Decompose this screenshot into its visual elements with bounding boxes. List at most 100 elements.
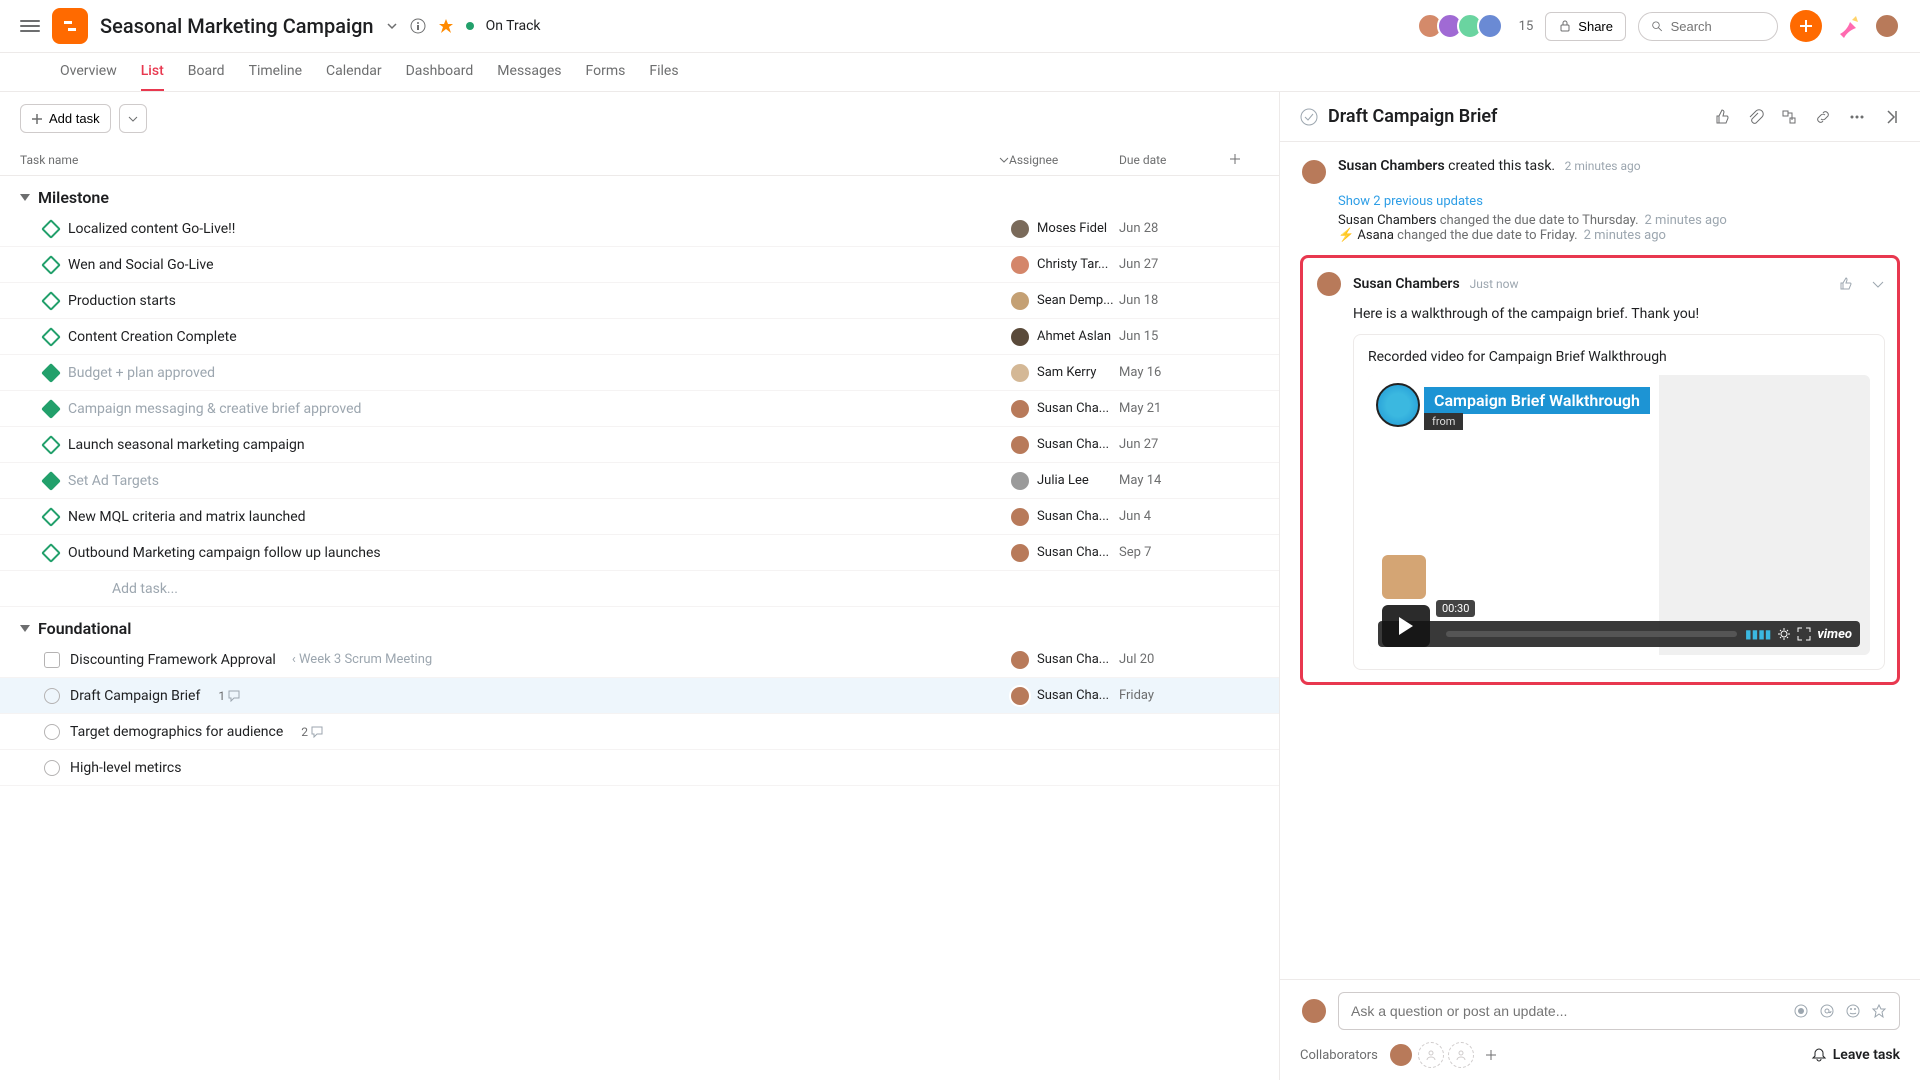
task-due[interactable]: Friday [1119,688,1229,703]
task-row[interactable]: Set Ad TargetsJulia LeeMay 14 [0,463,1279,499]
task-row[interactable]: High-level metircs [0,750,1279,786]
comment-input[interactable] [1338,992,1900,1030]
task-assignee[interactable]: Julia Lee [1009,470,1119,492]
member-avatars[interactable] [1423,13,1503,39]
comment-field[interactable] [1351,1003,1783,1019]
video-play-button[interactable] [1382,605,1430,647]
video-preview[interactable]: Campaign Brief Walkthrough from 00:30 ▮▮… [1368,375,1870,655]
chevron-down-icon[interactable] [999,155,1009,165]
milestone-icon[interactable] [41,507,61,527]
tab-files[interactable]: Files [649,53,678,91]
check-icon[interactable] [44,724,60,740]
leave-task-button[interactable]: Leave task [1811,1047,1900,1063]
add-collaborator[interactable] [1448,1042,1474,1068]
search-input[interactable] [1671,19,1765,34]
task-assignee[interactable]: Sam Kerry [1009,362,1119,384]
check-icon[interactable] [44,760,60,776]
task-assignee[interactable]: Susan Cha... [1009,434,1119,456]
tab-dashboard[interactable]: Dashboard [406,53,474,91]
add-task-inline[interactable]: Add task... [44,581,1009,597]
task-assignee[interactable]: Susan Cha... [1009,542,1119,564]
celebration-icon[interactable] [1834,12,1862,40]
task-row[interactable]: Launch seasonal marketing campaignSusan … [0,427,1279,463]
video-controls[interactable]: ▮▮▮▮ vimeo [1378,621,1860,647]
task-due[interactable]: Jun 18 [1119,293,1229,308]
tab-timeline[interactable]: Timeline [249,53,302,91]
star-icon[interactable] [438,18,454,34]
task-due[interactable]: May 16 [1119,365,1229,380]
milestone-icon[interactable] [41,435,61,455]
task-row[interactable]: Campaign messaging & creative brief appr… [0,391,1279,427]
task-row[interactable]: Budget + plan approvedSam KerryMay 16 [0,355,1279,391]
col-assignee-header[interactable]: Assignee [1009,153,1119,167]
milestone-icon[interactable] [41,543,61,563]
task-assignee[interactable]: Susan Cha... [1009,649,1119,671]
task-row[interactable]: Wen and Social Go-LiveChristy Tar...Jun … [0,247,1279,283]
mention-icon[interactable] [1819,1003,1835,1019]
section-header[interactable]: Foundational [0,607,1279,642]
check-icon[interactable] [44,688,60,704]
fullscreen-icon[interactable] [1797,627,1811,641]
more-icon[interactable] [1848,108,1866,126]
milestone-icon[interactable] [41,255,61,275]
collaborator-avatar[interactable] [1388,1042,1414,1068]
milestone-icon[interactable] [41,219,61,239]
attachment-icon[interactable] [1746,108,1764,126]
tab-messages[interactable]: Messages [497,53,561,91]
show-previous-updates[interactable]: Show 2 previous updates [1338,194,1900,209]
hamburger-icon[interactable] [20,20,40,32]
task-row[interactable]: Production startsSean Demp...Jun 18 [0,283,1279,319]
milestone-icon[interactable] [41,327,61,347]
task-assignee[interactable]: Sean Demp... [1009,290,1119,312]
comment-count[interactable]: 2 [301,725,323,739]
tab-overview[interactable]: Overview [60,53,117,91]
record-icon[interactable] [1793,1003,1809,1019]
tab-calendar[interactable]: Calendar [326,53,382,91]
task-row[interactable]: Target demographics for audience2 [0,714,1279,750]
chevron-down-icon[interactable] [386,20,398,32]
milestone-icon[interactable] [41,291,61,311]
task-due[interactable]: Jun 27 [1119,437,1229,452]
milestone-icon[interactable] [41,363,61,383]
close-pane-icon[interactable] [1882,108,1900,126]
task-row[interactable]: Discounting Framework Approval‹ Week 3 S… [0,642,1279,678]
check-circle-icon[interactable] [1300,108,1318,126]
task-due[interactable]: Jun 27 [1119,257,1229,272]
task-due[interactable]: May 14 [1119,473,1229,488]
emoji-icon[interactable] [1845,1003,1861,1019]
star-icon[interactable] [1871,1003,1887,1019]
add-task-button[interactable]: Add task [20,104,111,133]
milestone-icon[interactable] [41,399,61,419]
section-header[interactable]: Milestone [0,176,1279,211]
milestone-icon[interactable] [41,471,61,491]
task-row[interactable]: Localized content Go-Live!!Moses FidelJu… [0,211,1279,247]
add-task-dropdown[interactable] [119,104,147,133]
volume-icon[interactable]: ▮▮▮▮ [1745,627,1771,641]
task-assignee[interactable]: Moses Fidel [1009,218,1119,240]
task-due[interactable]: Sep 7 [1119,545,1229,560]
task-assignee[interactable]: Susan Cha... [1009,685,1119,707]
user-avatar[interactable] [1874,13,1900,39]
add-button[interactable] [1790,10,1822,42]
task-row[interactable]: Draft Campaign Brief1 Susan Cha...Friday [0,678,1279,714]
task-row[interactable]: Content Creation CompleteAhmet AslanJun … [0,319,1279,355]
task-title[interactable]: Draft Campaign Brief [1328,106,1702,127]
gear-icon[interactable] [1777,627,1791,641]
chevron-down-icon[interactable] [1871,277,1885,291]
comment-count[interactable]: 1 [218,689,240,703]
task-due[interactable]: Jul 20 [1119,652,1229,667]
tab-forms[interactable]: Forms [586,53,626,91]
task-due[interactable]: Jun 15 [1119,329,1229,344]
col-name-header[interactable]: Task name [20,153,78,167]
task-due[interactable]: May 21 [1119,401,1229,416]
add-collaborator[interactable] [1418,1042,1444,1068]
subtask-icon[interactable] [1780,108,1798,126]
parent-task-link[interactable]: ‹ Week 3 Scrum Meeting [292,652,432,667]
add-collaborator-plus[interactable] [1478,1042,1504,1068]
task-due[interactable]: Jun 28 [1119,221,1229,236]
tab-board[interactable]: Board [188,53,225,91]
col-due-header[interactable]: Due date [1119,153,1229,167]
link-icon[interactable] [1814,108,1832,126]
task-row[interactable]: New MQL criteria and matrix launchedSusa… [0,499,1279,535]
search-box[interactable] [1638,12,1778,41]
